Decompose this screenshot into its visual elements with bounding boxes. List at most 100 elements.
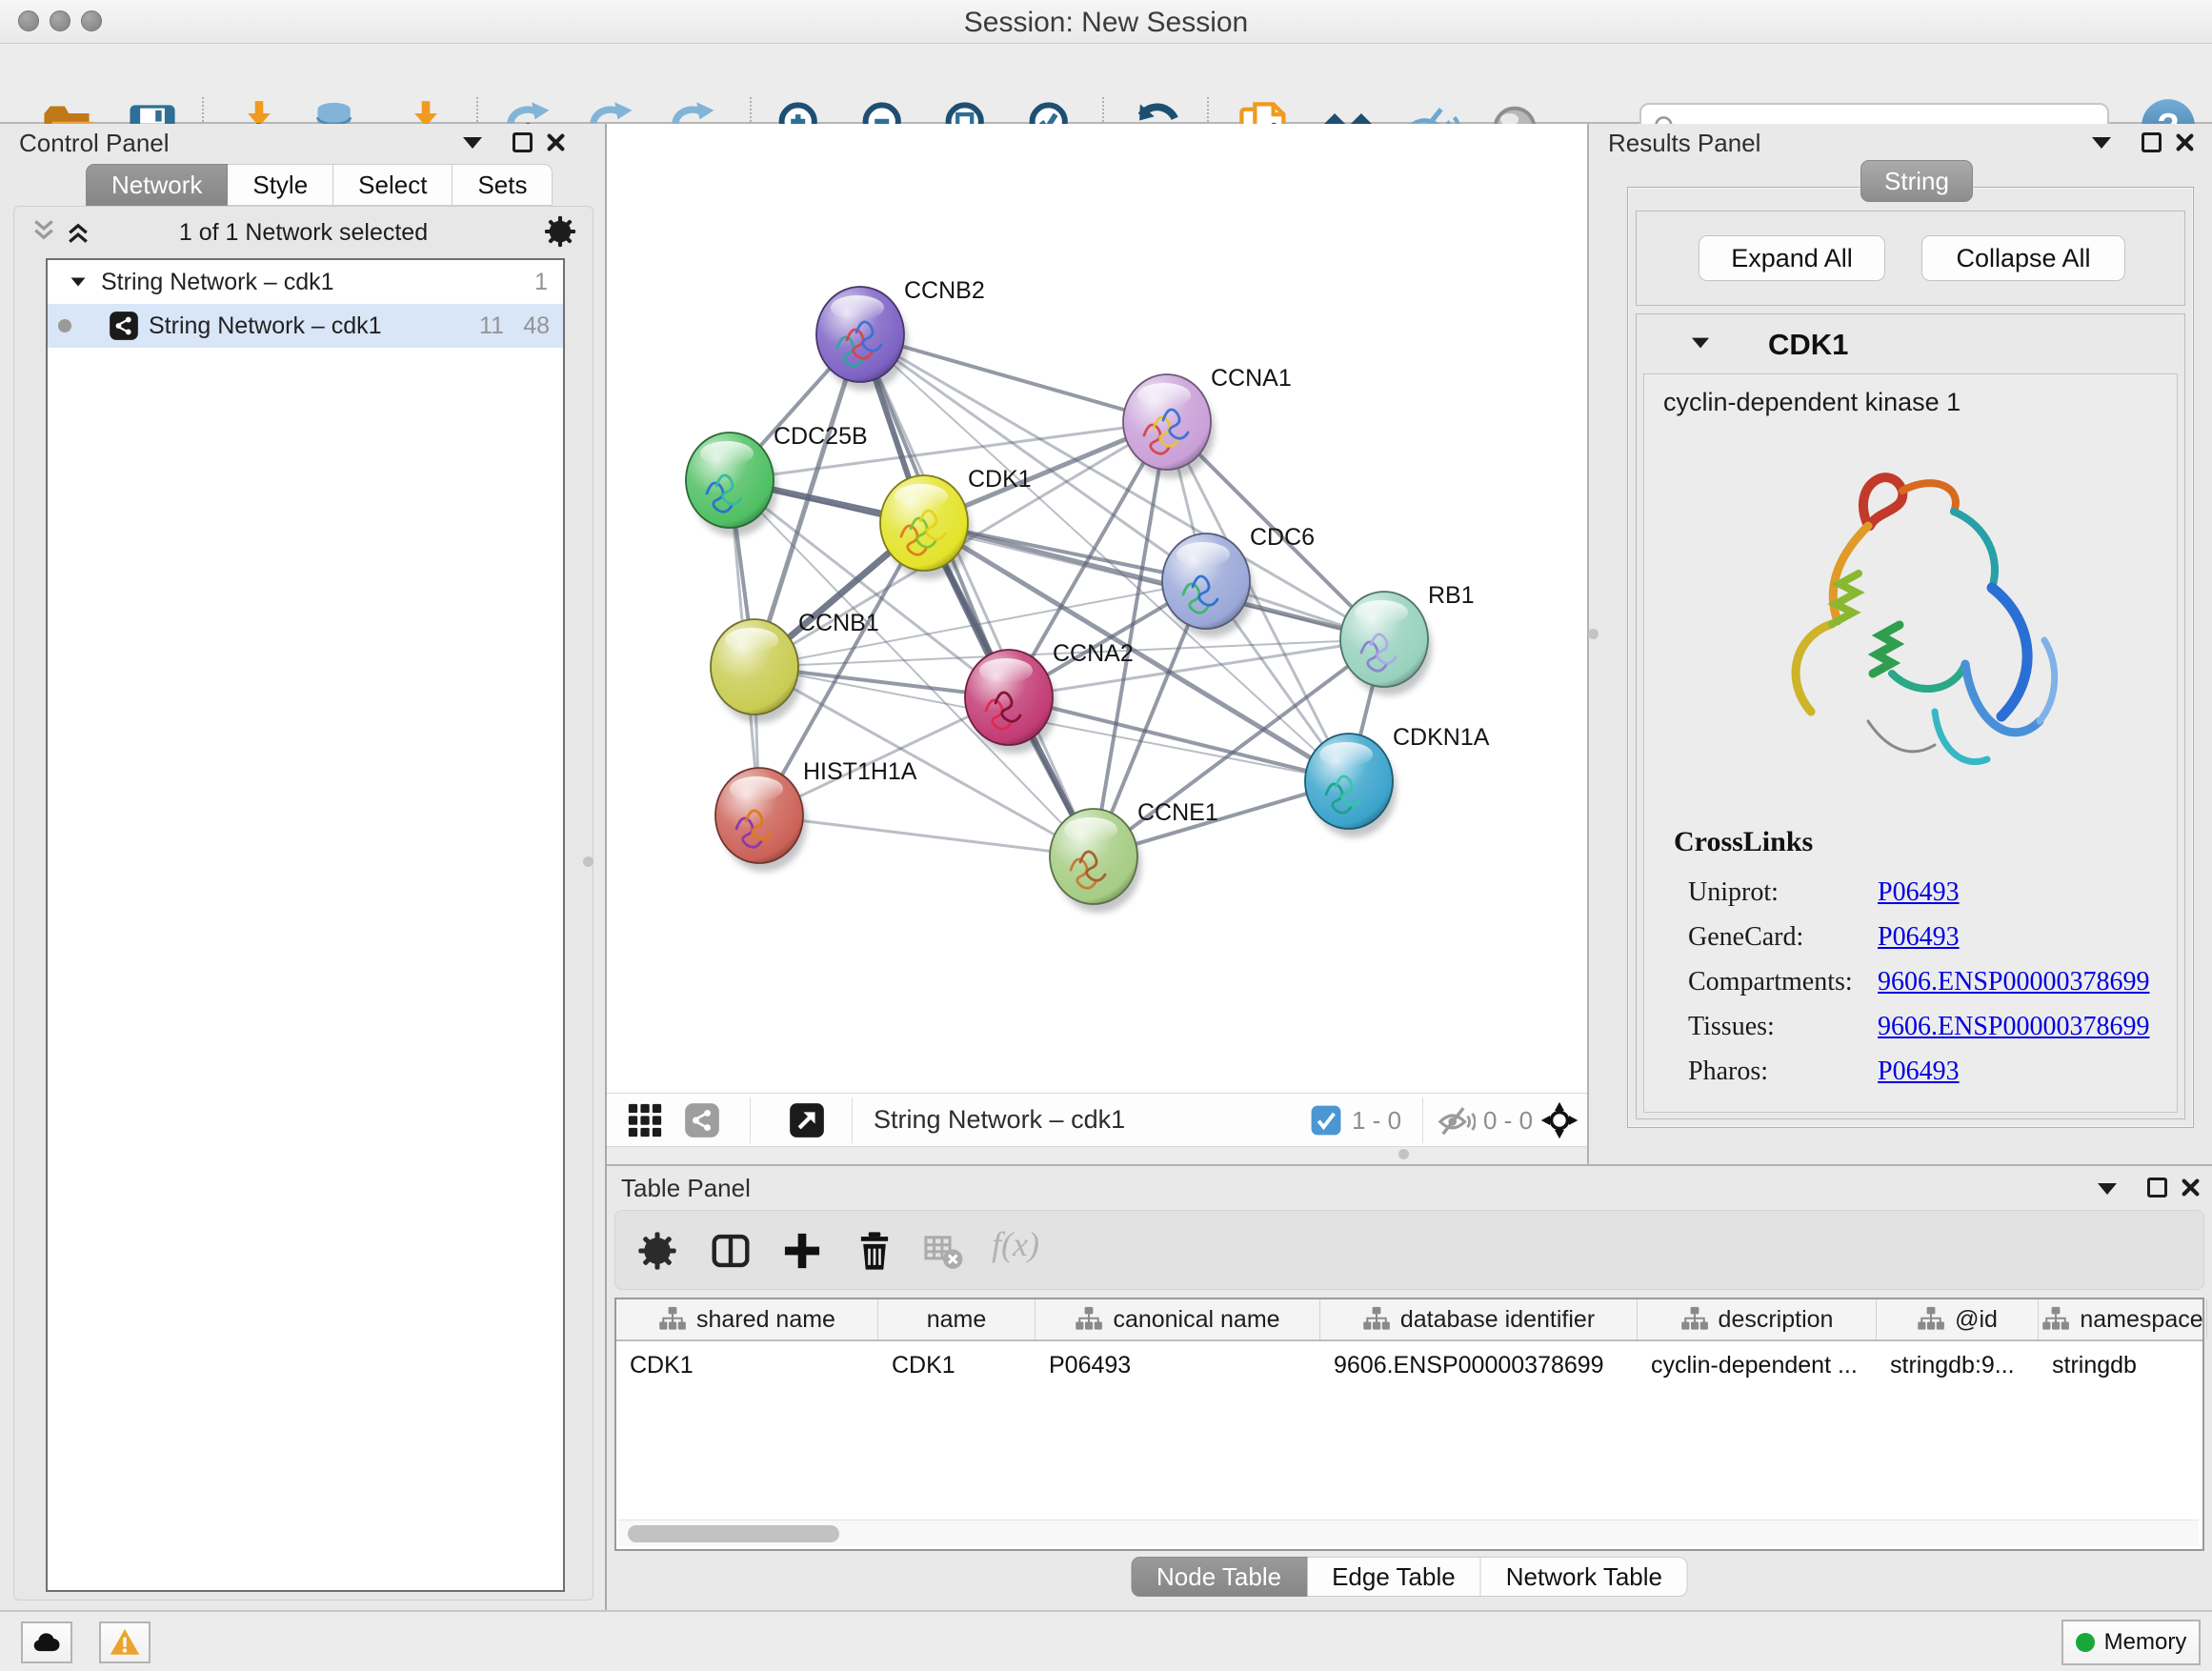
network-node-CCNE1[interactable] bbox=[1050, 809, 1141, 913]
network-selection-status: 1 of 1 Network selected bbox=[14, 219, 593, 247]
column-type-icon bbox=[1075, 1305, 1103, 1334]
control-panel: Control Panel NetworkStyleSelectSets 1 o… bbox=[0, 124, 607, 1610]
node-label-CDC25B: CDC25B bbox=[774, 423, 868, 450]
node-label-CCNB2: CCNB2 bbox=[904, 277, 985, 304]
gene-section-header[interactable]: CDK1 bbox=[1637, 314, 2184, 373]
column-header-database-identifier[interactable]: database identifier bbox=[1320, 1299, 1638, 1339]
collection-expander-icon[interactable] bbox=[71, 278, 86, 287]
show-columns-icon[interactable] bbox=[710, 1230, 752, 1272]
table-options-gear-icon[interactable] bbox=[636, 1230, 678, 1272]
column-type-icon bbox=[658, 1305, 687, 1334]
network-node-CDK1[interactable] bbox=[880, 475, 972, 579]
tab-network[interactable]: Network bbox=[86, 164, 228, 206]
panel-menu-icon[interactable] bbox=[2092, 137, 2111, 149]
panel-menu-icon[interactable] bbox=[2098, 1183, 2117, 1195]
crosslink-compartments-link[interactable]: 9606.ENSP00000378699 bbox=[1878, 967, 2149, 997]
close-panel-icon[interactable] bbox=[545, 131, 567, 153]
crosslinks-heading: CrossLinks bbox=[1674, 826, 1813, 858]
network-view-toolbar: String Network – cdk1 1 - 0 0 - 0 bbox=[607, 1093, 1587, 1146]
crosslink-uniprot-link[interactable]: P06493 bbox=[1878, 877, 1960, 908]
tab-edge-table[interactable]: Edge Table bbox=[1307, 1557, 1481, 1597]
splitter-handle[interactable] bbox=[1588, 629, 1599, 639]
results-panel-title: Results Panel bbox=[1608, 129, 1760, 158]
tab-network-table[interactable]: Network Table bbox=[1481, 1557, 1688, 1597]
tab-style[interactable]: Style bbox=[228, 164, 333, 206]
network-node-CDC25B[interactable] bbox=[686, 433, 777, 536]
crosslink-pharos-link[interactable]: P06493 bbox=[1878, 1057, 1960, 1087]
float-panel-button[interactable] bbox=[2142, 132, 2162, 152]
gene-expander-icon[interactable] bbox=[1692, 338, 1709, 349]
column-label: name bbox=[927, 1306, 987, 1334]
network-browser: 1 of 1 Network selected String Network –… bbox=[13, 206, 593, 1601]
column-header-canonical-name[interactable]: canonical name bbox=[1036, 1299, 1320, 1339]
tab-sets[interactable]: Sets bbox=[452, 164, 553, 206]
cloud-icon bbox=[30, 1626, 63, 1659]
network-node-RB1[interactable] bbox=[1340, 592, 1432, 695]
column-header--id[interactable]: @id bbox=[1877, 1299, 2039, 1339]
column-header-name[interactable]: name bbox=[878, 1299, 1036, 1339]
panel-menu-icon[interactable] bbox=[463, 137, 482, 149]
collection-count: 1 bbox=[534, 269, 548, 296]
network-list: String Network – cdk1 1 String Network –… bbox=[46, 258, 565, 1592]
add-column-icon[interactable] bbox=[781, 1230, 823, 1272]
column-label: shared name bbox=[696, 1306, 835, 1334]
grid-view-icon[interactable] bbox=[626, 1101, 664, 1139]
crosslink-label: Tissues: bbox=[1688, 1012, 1775, 1042]
memory-button[interactable]: Memory bbox=[2061, 1620, 2201, 1665]
window-title: Session: New Session bbox=[0, 7, 2212, 39]
splitter-handle[interactable] bbox=[583, 856, 593, 867]
table-type-tabs: Node TableEdge TableNetwork Table bbox=[1131, 1557, 1688, 1597]
table-row[interactable]: CDK1CDK1P064939606.ENSP00000378699cyclin… bbox=[616, 1343, 2202, 1387]
network-node-CCNA1[interactable] bbox=[1123, 374, 1215, 478]
warnings-button[interactable] bbox=[99, 1621, 151, 1663]
cloud-status-button[interactable] bbox=[21, 1621, 72, 1663]
network-node-count: 11 bbox=[479, 312, 504, 340]
network-node-CDKN1A[interactable] bbox=[1305, 734, 1397, 837]
horizontal-splitter[interactable] bbox=[607, 1146, 1587, 1164]
expand-all-button[interactable]: Expand All bbox=[1699, 235, 1885, 281]
network-canvas[interactable]: CCNB2CCNA1CDC25BCDK1CDC6RB1CCNB1CCNA2CDK… bbox=[607, 124, 1587, 1093]
detach-view-icon[interactable] bbox=[788, 1101, 826, 1139]
crosslink-tissues-link[interactable]: 9606.ENSP00000378699 bbox=[1878, 1012, 2149, 1042]
gene-section: CDK1 cyclin-dependent kinase 1 bbox=[1636, 313, 2185, 1119]
column-header-namespace[interactable]: namespace bbox=[2039, 1299, 2207, 1339]
delete-column-trash-icon[interactable] bbox=[854, 1230, 895, 1272]
selected-node-edge-counts: 1 - 0 bbox=[1352, 1106, 1401, 1136]
scrollbar-thumb[interactable] bbox=[628, 1525, 839, 1542]
network-edge-count: 48 bbox=[523, 312, 550, 340]
toolbar-separator bbox=[852, 1097, 853, 1143]
network-row[interactable]: String Network – cdk1 11 48 bbox=[48, 304, 563, 348]
network-collection-row[interactable]: String Network – cdk1 1 bbox=[48, 260, 563, 304]
float-panel-button[interactable] bbox=[2147, 1178, 2167, 1198]
crosslink-genecard-link[interactable]: P06493 bbox=[1878, 922, 1960, 953]
function-builder-icon-disabled: f(x) bbox=[992, 1224, 1039, 1264]
column-header-shared-name[interactable]: shared name bbox=[616, 1299, 878, 1339]
network-node-CCNB2[interactable] bbox=[816, 287, 908, 391]
tab-string[interactable]: String bbox=[1860, 160, 1973, 202]
fit-crosshair-icon[interactable] bbox=[1540, 1101, 1579, 1139]
close-panel-icon[interactable] bbox=[2174, 131, 2196, 153]
column-header-description[interactable]: description bbox=[1638, 1299, 1877, 1339]
network-thumbnail-icon[interactable] bbox=[683, 1101, 721, 1139]
network-edge-HIST1H1A-CCNE1[interactable] bbox=[759, 815, 1094, 856]
protein-structure-image bbox=[1716, 435, 2106, 807]
gear-icon[interactable] bbox=[543, 214, 577, 249]
delete-table-icon-disabled bbox=[922, 1230, 964, 1272]
string-results-container: Expand All Collapse All CDK1 cyclin-depe… bbox=[1627, 187, 2194, 1128]
node-label-CDC6: CDC6 bbox=[1250, 524, 1315, 551]
horizontal-scrollbar[interactable] bbox=[618, 1520, 2199, 1546]
collection-name: String Network – cdk1 bbox=[101, 269, 334, 296]
tab-node-table[interactable]: Node Table bbox=[1131, 1557, 1307, 1597]
float-panel-button[interactable] bbox=[513, 132, 533, 152]
toolbar-separator bbox=[1422, 1097, 1423, 1143]
table-toolbar: f(x) bbox=[614, 1210, 2204, 1290]
column-label: description bbox=[1719, 1306, 1834, 1334]
crosslink-label: Compartments: bbox=[1688, 967, 1853, 997]
selected-checkbox-icon[interactable] bbox=[1309, 1103, 1343, 1137]
gene-description: cyclin-dependent kinase 1 bbox=[1663, 388, 1961, 417]
tab-select[interactable]: Select bbox=[333, 164, 452, 206]
network-node-HIST1H1A[interactable] bbox=[715, 768, 807, 872]
collapse-all-button[interactable]: Collapse All bbox=[1921, 235, 2125, 281]
close-panel-icon[interactable] bbox=[2180, 1177, 2202, 1198]
splitter-handle[interactable] bbox=[1398, 1149, 1409, 1159]
